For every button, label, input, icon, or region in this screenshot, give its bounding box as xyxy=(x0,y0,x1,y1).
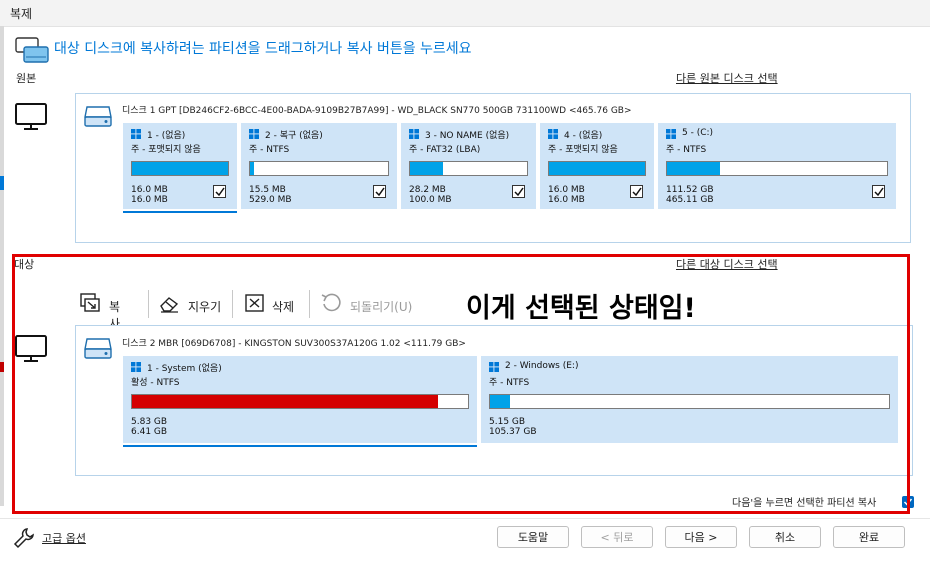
partition-block[interactable]: 2 - 복구 (없음) 주 - NTFS 15.5 MB 529.0 MB xyxy=(241,123,397,209)
partition-block[interactable]: 3 - NO NAME (없음) 주 - FAT32 (LBA) 28.2 MB 10… xyxy=(401,123,536,209)
partition-type: 주 - 포맷되지 않음 xyxy=(548,145,618,155)
partition-checkbox[interactable] xyxy=(213,185,226,198)
partition-usage-bar xyxy=(409,161,528,176)
partition-usage-bar xyxy=(131,161,229,176)
strip-accent-red xyxy=(0,362,4,372)
partition-name: 5 - (C:) xyxy=(682,128,714,138)
partition-type: 주 - 포맷되지 않음 xyxy=(131,145,201,155)
source-label: 원본 xyxy=(16,72,37,85)
partition-name: 1 - (없음) xyxy=(147,131,186,141)
check-icon xyxy=(874,187,884,197)
partition-usage-bar xyxy=(249,161,389,176)
windows-icon xyxy=(409,129,419,139)
partition-total: 16.0 MB xyxy=(131,195,168,205)
partition-usage-fill xyxy=(667,162,720,175)
partition-used: 111.52 GB xyxy=(666,185,714,195)
partition-checkbox[interactable] xyxy=(512,185,525,198)
partition-total: 100.0 MB xyxy=(409,195,452,205)
footer-divider xyxy=(0,518,930,519)
partition-used: 16.0 MB xyxy=(548,185,585,195)
back-button[interactable]: < 뒤로 xyxy=(581,526,653,548)
advanced-options-link[interactable]: 고급 옵션 xyxy=(42,530,86,546)
partition-usage-bar xyxy=(548,161,646,176)
disk-drive-icon xyxy=(84,106,112,127)
source-disk-title: 디스크 1 GPT [DB246CF2-6BCC-4E00-BADA-9109B… xyxy=(122,106,632,116)
partition-used: 28.2 MB xyxy=(409,185,446,195)
partition-type: 주 - NTFS xyxy=(666,145,707,155)
selection-highlight-frame xyxy=(12,254,910,514)
partition-checkbox[interactable] xyxy=(630,185,643,198)
partition-usage-fill xyxy=(549,162,645,175)
partition-used: 15.5 MB xyxy=(249,185,286,195)
partition-name: 3 - NO NAME (없음) xyxy=(425,131,510,141)
partition-block[interactable]: 1 - (없음) 주 - 포맷되지 않음 16.0 MB 16.0 MB xyxy=(123,123,237,209)
partition-usage-fill xyxy=(410,162,443,175)
next-button[interactable]: 다음 > xyxy=(665,526,737,548)
check-icon xyxy=(215,187,225,197)
wrench-icon xyxy=(13,528,34,549)
partition-usage-fill xyxy=(132,162,228,175)
background-window-strip xyxy=(0,26,4,506)
partition-total: 465.11 GB xyxy=(666,195,714,205)
help-button[interactable]: 도움말 xyxy=(497,526,569,548)
partition-name: 2 - 복구 (없음) xyxy=(265,131,323,141)
finish-button[interactable]: 완료 xyxy=(833,526,905,548)
select-other-source-link[interactable]: 다른 원본 디스크 선택 xyxy=(676,70,778,86)
cancel-button[interactable]: 취소 xyxy=(749,526,821,548)
strip-accent xyxy=(0,176,4,190)
windows-icon xyxy=(131,129,141,139)
partition-type: 주 - FAT32 (LBA) xyxy=(409,145,481,155)
title-bar: 복제 xyxy=(0,0,930,27)
partition-block[interactable]: 5 - (C:) 주 - NTFS 111.52 GB 465.11 GB xyxy=(658,123,896,209)
partition-checkbox[interactable] xyxy=(373,185,386,198)
check-icon xyxy=(632,187,642,197)
check-icon xyxy=(375,187,385,197)
windows-icon xyxy=(249,129,259,139)
clone-disk-icon xyxy=(15,37,49,63)
partition-block[interactable]: 4 - (없음) 주 - 포맷되지 않음 16.0 MB 16.0 MB xyxy=(540,123,654,209)
partition-name: 4 - (없음) xyxy=(564,131,603,141)
computer-icon xyxy=(15,103,47,130)
partition-used: 16.0 MB xyxy=(131,185,168,195)
selected-partition-indicator xyxy=(123,211,237,213)
partition-total: 529.0 MB xyxy=(249,195,292,205)
partition-usage-fill xyxy=(250,162,255,175)
instruction-text: 대상 디스크에 복사하려는 파티션을 드래그하거나 복사 버튼을 누르세요 xyxy=(54,41,472,57)
windows-icon xyxy=(666,129,676,139)
partition-usage-bar xyxy=(666,161,888,176)
check-icon xyxy=(514,187,524,197)
partition-total: 16.0 MB xyxy=(548,195,585,205)
windows-icon xyxy=(548,129,558,139)
partition-checkbox[interactable] xyxy=(872,185,885,198)
partition-type: 주 - NTFS xyxy=(249,145,290,155)
window-title: 복제 xyxy=(10,7,33,21)
